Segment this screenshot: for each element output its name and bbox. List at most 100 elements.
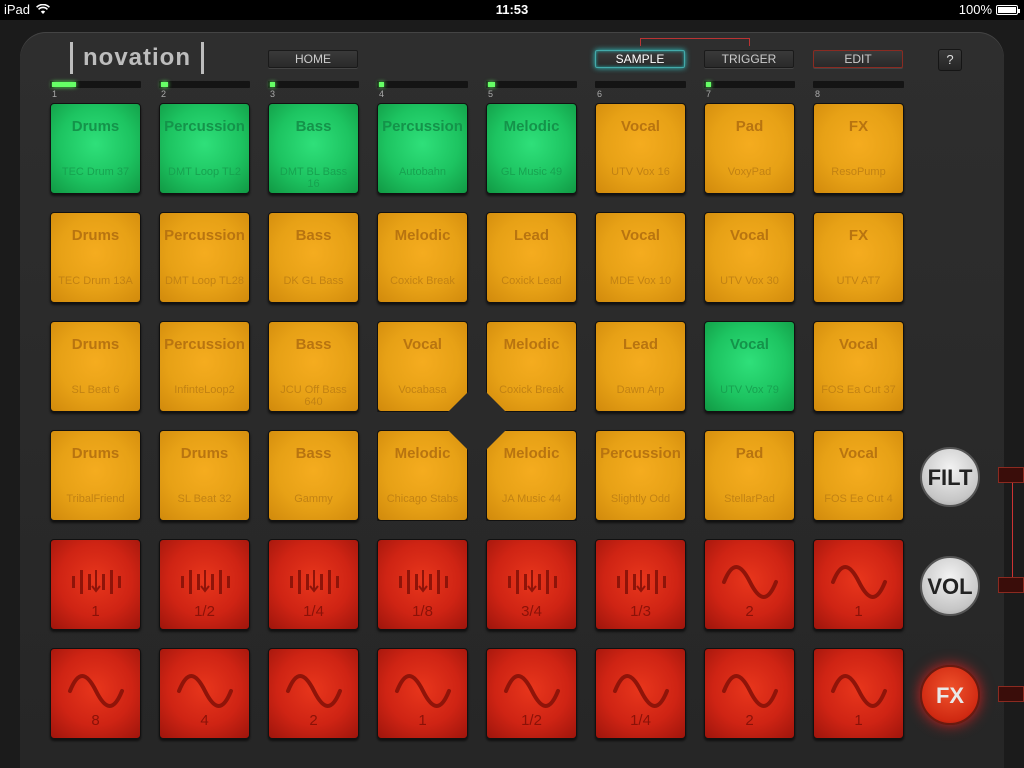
track-indicator-1: 1 xyxy=(50,81,141,99)
pad-rate: 1/4 xyxy=(303,603,324,620)
pad-category: Drums xyxy=(71,227,120,244)
pad-sample-name: SL Beat 6 xyxy=(71,384,120,396)
pad-r5-c4[interactable]: 1/8 xyxy=(377,539,468,630)
pad-r4-c3[interactable]: Bass Gammy xyxy=(268,430,359,521)
pad-r1-c8[interactable]: FX ResoPump xyxy=(813,103,904,194)
slicer-icon xyxy=(290,570,339,594)
pad-r1-c5[interactable]: Melodic GL Music 49 xyxy=(486,103,577,194)
edit-button[interactable]: EDIT xyxy=(813,50,903,68)
pad-r5-c2[interactable]: 1/2 xyxy=(159,539,250,630)
sine-wave-icon xyxy=(395,674,451,708)
pad-r4-c4[interactable]: Melodic Chicago Stabs xyxy=(377,430,468,521)
pad-r1-c6[interactable]: Vocal UTV Vox 16 xyxy=(595,103,686,194)
track-level-meter xyxy=(706,82,711,87)
volume-side-tab[interactable] xyxy=(998,577,1024,593)
pad-category: Vocal xyxy=(621,227,660,244)
pad-category: Percussion xyxy=(382,118,463,135)
pad-r4-c7[interactable]: Pad StellarPad xyxy=(704,430,795,521)
pad-sample-name: Vocabasa xyxy=(398,384,447,396)
pad-category: Drums xyxy=(71,445,120,462)
pad-r3-c4[interactable]: Vocal Vocabasa xyxy=(377,321,468,412)
pad-sample-name: DMT Loop TL2 xyxy=(168,166,241,178)
pad-r4-c8[interactable]: Vocal FOS Ee Cut 4 xyxy=(813,430,904,521)
pad-r5-c6[interactable]: 1/3 xyxy=(595,539,686,630)
pad-r5-c5[interactable]: 3/4 xyxy=(486,539,577,630)
home-button[interactable]: HOME xyxy=(268,50,358,68)
pad-r6-c8[interactable]: 1 xyxy=(813,648,904,739)
pad-r5-c1[interactable]: 1 xyxy=(50,539,141,630)
pad-r1-c1[interactable]: Drums TEC Drum 37 xyxy=(50,103,141,194)
pad-r3-c1[interactable]: Drums SL Beat 6 xyxy=(50,321,141,412)
filter-button[interactable]: FILT xyxy=(920,447,980,507)
pad-r1-c2[interactable]: Percussion DMT Loop TL2 xyxy=(159,103,250,194)
pad-r4-c5[interactable]: Melodic JA Music 44 xyxy=(486,430,577,521)
pad-r1-c7[interactable]: Pad VoxyPad xyxy=(704,103,795,194)
pad-r2-c8[interactable]: FX UTV AT7 xyxy=(813,212,904,303)
pad-r3-c7[interactable]: Vocal UTV Vox 79 xyxy=(704,321,795,412)
track-number: 3 xyxy=(270,89,276,99)
pad-sample-name: UTV AT7 xyxy=(836,275,881,287)
pad-rate: 1 xyxy=(418,712,427,729)
battery-icon xyxy=(996,4,1020,15)
pad-category: Lead xyxy=(622,336,658,353)
sample-button[interactable]: SAMPLE xyxy=(595,50,685,68)
pad-r2-c5[interactable]: Lead Coxick Lead xyxy=(486,212,577,303)
slicer-icon xyxy=(72,570,121,594)
pad-r5-c7[interactable]: 2 xyxy=(704,539,795,630)
pad-r4-c1[interactable]: Drums TribalFriend xyxy=(50,430,141,521)
pad-r4-c2[interactable]: Drums SL Beat 32 xyxy=(159,430,250,521)
pad-rate: 1/4 xyxy=(630,712,651,729)
sine-wave-icon xyxy=(722,674,778,708)
pad-r6-c3[interactable]: 2 xyxy=(268,648,359,739)
pad-rate: 1/2 xyxy=(521,712,542,729)
trigger-button[interactable]: TRIGGER xyxy=(704,50,794,68)
pad-r2-c7[interactable]: Vocal UTV Vox 30 xyxy=(704,212,795,303)
pad-r5-c3[interactable]: 1/4 xyxy=(268,539,359,630)
pad-r6-c6[interactable]: 1/4 xyxy=(595,648,686,739)
pad-r3-c5[interactable]: Melodic Coxick Break xyxy=(486,321,577,412)
pad-sample-name: Chicago Stabs xyxy=(386,493,459,505)
pad-r6-c1[interactable]: 8 xyxy=(50,648,141,739)
pad-sample-name: VoxyPad xyxy=(727,166,772,178)
volume-button[interactable]: VOL xyxy=(920,556,980,616)
pad-rate: 1/8 xyxy=(412,603,433,620)
pad-category: Bass xyxy=(295,445,332,462)
pad-r3-c2[interactable]: Percussion InfinteLoop2 xyxy=(159,321,250,412)
slicer-icon xyxy=(399,570,448,594)
pad-r4-c6[interactable]: Percussion Slightly Odd xyxy=(595,430,686,521)
help-button[interactable]: ? xyxy=(938,49,962,71)
sine-wave-icon xyxy=(68,674,124,708)
pad-r5-c8[interactable]: 1 xyxy=(813,539,904,630)
pad-r1-c4[interactable]: Percussion Autobahn xyxy=(377,103,468,194)
pad-sample-name: Dawn Arp xyxy=(616,384,665,396)
sine-wave-icon xyxy=(831,674,887,708)
pad-r2-c3[interactable]: Bass DK GL Bass xyxy=(268,212,359,303)
pad-rate: 1 xyxy=(91,603,100,620)
fx-side-tab[interactable] xyxy=(998,686,1024,702)
pad-r2-c4[interactable]: Melodic Coxick Break xyxy=(377,212,468,303)
pad-rate: 1 xyxy=(854,712,863,729)
track-number: 6 xyxy=(597,89,603,99)
pad-r1-c3[interactable]: Bass DMT BL Bass 16 xyxy=(268,103,359,194)
track-level-meter xyxy=(379,82,384,87)
pad-sample-name: StellarPad xyxy=(724,493,775,505)
track-level-meter xyxy=(488,82,495,87)
pad-r6-c4[interactable]: 1 xyxy=(377,648,468,739)
pad-r2-c1[interactable]: Drums TEC Drum 13A xyxy=(50,212,141,303)
pad-r6-c7[interactable]: 2 xyxy=(704,648,795,739)
pad-r2-c6[interactable]: Vocal MDE Vox 10 xyxy=(595,212,686,303)
pad-r2-c2[interactable]: Percussion DMT Loop TL28 xyxy=(159,212,250,303)
pad-r3-c8[interactable]: Vocal FOS Ea Cut 37 xyxy=(813,321,904,412)
slicer-icon xyxy=(617,570,666,594)
fx-button[interactable]: FX xyxy=(920,665,980,725)
pad-category: Drums xyxy=(71,118,120,135)
pad-r3-c6[interactable]: Lead Dawn Arp xyxy=(595,321,686,412)
pad-category: Percussion xyxy=(164,336,245,353)
pad-category: Lead xyxy=(513,227,549,244)
pad-r6-c2[interactable]: 4 xyxy=(159,648,250,739)
pad-category: Melodic xyxy=(394,445,451,462)
filter-side-tab[interactable] xyxy=(998,467,1024,483)
pad-r6-c5[interactable]: 1/2 xyxy=(486,648,577,739)
track-indicator-2: 2 xyxy=(159,81,250,99)
pad-r3-c3[interactable]: Bass JCU Off Bass 640 xyxy=(268,321,359,412)
